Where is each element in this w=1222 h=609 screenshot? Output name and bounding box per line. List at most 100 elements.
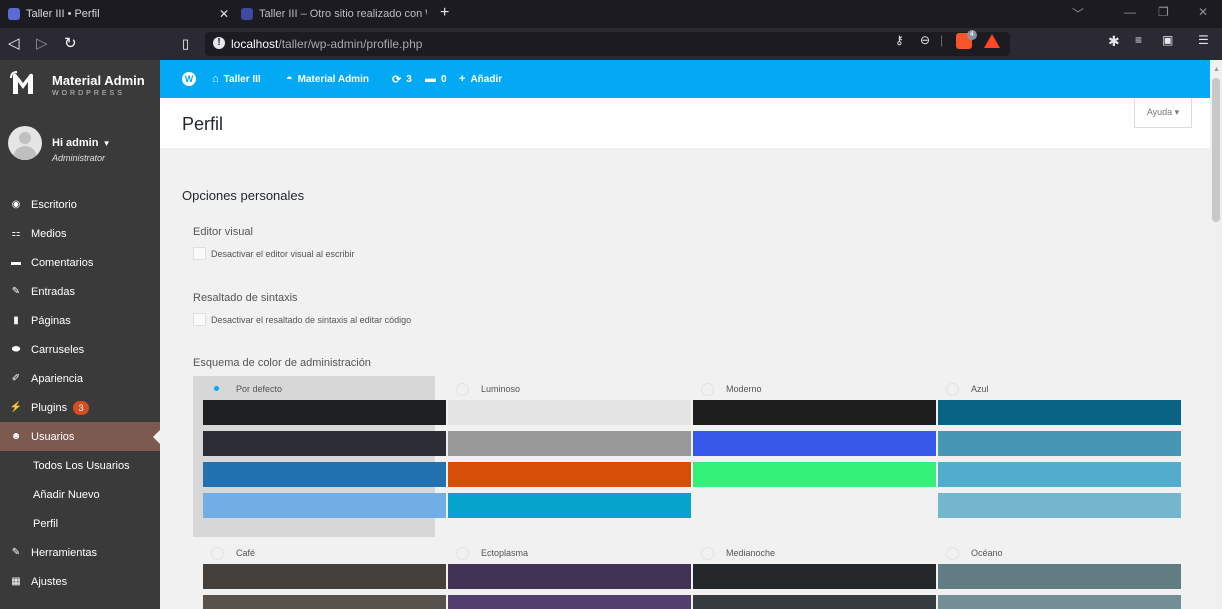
key-icon[interactable]: ⚷ (895, 33, 904, 47)
menu-icon[interactable]: ☰ (1198, 33, 1209, 47)
color-scheme-label: Esquema de color de administración (193, 357, 371, 369)
forward-icon[interactable]: ▷ (36, 34, 48, 52)
new-tab-button[interactable]: + (440, 4, 449, 22)
syntax-highlight-checkbox[interactable] (193, 313, 206, 326)
comments-link[interactable]: ▬ 0 (425, 60, 447, 98)
extensions-icon[interactable]: ✱ (1108, 33, 1120, 50)
user-profile[interactable]: Hi admin ▼ Administrator (0, 120, 160, 180)
updates-link[interactable]: ⟳ 3 (392, 60, 412, 98)
site-info-icon[interactable]: ! (213, 37, 225, 49)
menu-item-entradas[interactable]: ✎ Entradas (0, 277, 160, 306)
color-swatch (693, 400, 936, 425)
add-new-link[interactable]: + Añadir (459, 60, 502, 98)
scheme-radio[interactable] (211, 383, 224, 396)
scheme-radio[interactable] (211, 546, 224, 560)
color-scheme-azul[interactable]: Azul (938, 378, 1181, 524)
brave-rewards-icon[interactable] (984, 34, 1000, 48)
scheme-radio[interactable] (701, 546, 714, 560)
menu-item-apariencia[interactable]: ✐ Apariencia (0, 364, 160, 393)
url-bar[interactable]: ! localhost/taller/wp-admin/profile.php (205, 32, 1010, 56)
wallet-icon[interactable]: ▣ (1162, 33, 1173, 47)
minimize-icon[interactable]: — (1124, 5, 1136, 19)
help-tab-button[interactable]: Ayuda ▾ (1134, 98, 1192, 128)
color-swatch (938, 431, 1181, 456)
color-swatch (938, 400, 1181, 425)
color-swatch (448, 595, 691, 609)
color-scheme-oceano[interactable]: Océano (938, 542, 1181, 609)
scheme-radio[interactable] (456, 382, 469, 396)
restore-icon[interactable]: ❐ (1158, 5, 1169, 19)
color-scheme-ectoplasma[interactable]: Ectoplasma (448, 542, 691, 609)
comment-icon: ▬ (11, 257, 21, 268)
color-swatch (203, 564, 446, 589)
menu-item-plugins[interactable]: ⚡ Plugins 3 (0, 393, 160, 422)
browser-tab-active[interactable]: Taller III • Perfil (0, 0, 215, 28)
color-swatch (448, 564, 691, 589)
brush-icon: ✐ (11, 373, 21, 384)
color-swatch (448, 493, 691, 518)
brand[interactable]: Material Admin WORDPRESS (0, 60, 160, 104)
color-swatch (938, 595, 1181, 609)
page-icon: ▮ (13, 315, 19, 326)
syntax-highlight-option[interactable]: Desactivar el resaltado de sintaxis al e… (193, 313, 411, 326)
admin-sidebar: Material Admin WORDPRESS Hi admin ▼ Admi… (0, 60, 160, 609)
menu-item-comentarios[interactable]: ▬ Comentarios (0, 248, 160, 277)
menu-item-herramientas[interactable]: ✎ Herramientas (0, 538, 160, 567)
url-text[interactable]: localhost/taller/wp-admin/profile.php (231, 37, 422, 51)
menu-item-medios[interactable]: ⚏ Medios (0, 219, 160, 248)
home-icon: ⌂ (212, 73, 219, 85)
menu-item-usuarios[interactable]: ☻ Usuarios (0, 422, 160, 451)
tab-title: Taller III – Otro sitio realizado con Wo… (259, 8, 427, 20)
media-icon: ⚏ (11, 228, 21, 239)
submenu-item-todos-los-usuarios[interactable]: Todos Los Usuarios (0, 451, 160, 480)
wordpress-favicon-icon (241, 8, 253, 20)
menu-item-paginas[interactable]: ▮ Páginas (0, 306, 160, 335)
brand-name: Material Admin (52, 73, 145, 88)
color-swatch (693, 462, 936, 487)
browser-tab-inactive[interactable]: ✕ Taller III – Otro sitio realizado con … (215, 0, 427, 28)
menu-item-carruseles[interactable]: ⬬ Carruseles (0, 335, 160, 364)
wordpress-logo-button[interactable]: W (182, 60, 196, 98)
user-greeting[interactable]: Hi admin ▼ (52, 137, 111, 149)
visual-editor-option[interactable]: Desactivar el editor visual al escribir (193, 247, 355, 260)
carousel-icon: ⬬ (11, 344, 21, 355)
back-icon[interactable]: ◁ (8, 34, 20, 52)
scroll-up-icon[interactable]: ▲ (1213, 66, 1220, 73)
reload-icon[interactable]: ↻ (64, 34, 77, 52)
submenu-item-anadir-nuevo[interactable]: Añadir Nuevo (0, 480, 160, 509)
color-scheme-por-defecto[interactable]: Por defecto (203, 378, 446, 524)
user-role: Administrator (52, 153, 106, 163)
scrollbar-thumb[interactable] (1212, 78, 1220, 222)
menu-item-escritorio[interactable]: ◉ Escritorio (0, 190, 160, 219)
shields-count-badge: 4 (967, 30, 977, 40)
visual-editor-checkbox[interactable] (193, 247, 206, 260)
color-scheme-moderno[interactable]: Moderno (693, 378, 936, 493)
scheme-radio[interactable] (946, 546, 959, 560)
theme-link[interactable]: ◓ Material Admin (286, 60, 369, 98)
avatar[interactable] (8, 126, 42, 160)
color-scheme-luminoso[interactable]: Luminoso (448, 378, 691, 524)
dashboard-icon: ◉ (11, 199, 21, 210)
menu-item-ajustes[interactable]: ▦ Ajustes (0, 567, 160, 596)
zoom-icon[interactable]: ⊖ (920, 33, 930, 47)
tab-close-icon[interactable]: ✕ (215, 7, 233, 21)
tab-list-chevron-icon[interactable]: ﹀ (1072, 5, 1084, 22)
scheme-radio[interactable] (456, 546, 469, 560)
close-window-icon[interactable]: ✕ (1198, 5, 1208, 19)
scheme-radio[interactable] (701, 382, 714, 396)
wrench-icon: ✎ (11, 547, 21, 558)
page-scrollbar[interactable]: ▲ (1210, 60, 1222, 609)
scheme-radio[interactable] (946, 382, 959, 396)
color-scheme-medianoche[interactable]: Medianoche (693, 542, 936, 609)
dashboard-gauge-icon: ◓ (286, 73, 293, 85)
color-scheme-cafe[interactable]: Café (203, 542, 446, 609)
visual-editor-label: Editor visual (193, 226, 253, 238)
submenu-item-perfil[interactable]: Perfil (0, 509, 160, 538)
brand-subtitle: WORDPRESS (52, 90, 125, 97)
bookmark-icon[interactable]: ▯ (182, 36, 189, 52)
color-swatch (448, 400, 691, 425)
playlist-icon[interactable]: ≡ (1135, 33, 1142, 47)
syntax-highlight-checkbox-label[interactable]: Desactivar el resaltado de sintaxis al e… (211, 315, 411, 325)
site-name-link[interactable]: ⌂ Taller III (212, 60, 261, 98)
visual-editor-checkbox-label[interactable]: Desactivar el editor visual al escribir (211, 249, 355, 259)
